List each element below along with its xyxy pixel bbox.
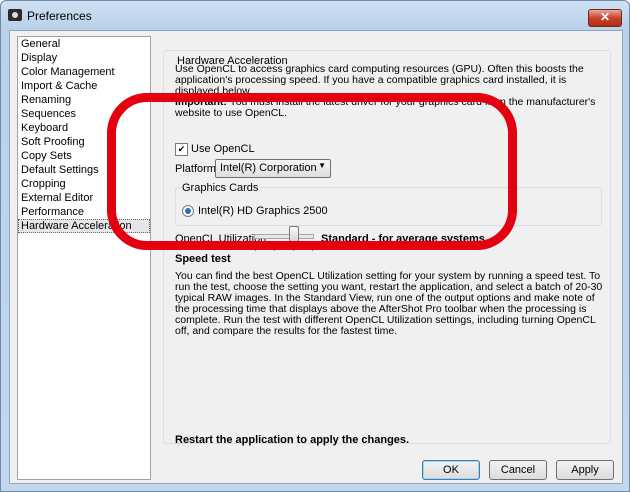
use-opencl-label[interactable]: Use OpenCL xyxy=(191,143,255,155)
dialog-body: General Display Color Management Import & C… xyxy=(9,30,623,484)
graphics-cards-group: Graphics Cards Intel(R) HD Graphics 2500 xyxy=(175,182,602,226)
sidebar-item[interactable]: Renaming xyxy=(18,93,150,107)
sidebar-item[interactable]: Import & Cache xyxy=(18,79,150,93)
ok-button[interactable]: OK xyxy=(422,460,480,480)
camera-app-icon xyxy=(8,9,22,21)
sidebar-item[interactable]: Keyboard xyxy=(18,121,150,135)
sidebar-item[interactable]: External Editor xyxy=(18,191,150,205)
slider-tick xyxy=(293,248,294,251)
sidebar-item[interactable]: Performance xyxy=(18,205,150,219)
sidebar-item[interactable]: Hardware Acceleration xyxy=(18,219,150,233)
hardware-acceleration-group: Hardware Acceleration Use OpenCL to acce… xyxy=(163,50,611,446)
slider-tick xyxy=(274,248,275,251)
platform-label: Platform xyxy=(175,163,216,175)
cancel-button[interactable]: Cancel xyxy=(489,460,547,480)
sidebar-item[interactable]: Sequences xyxy=(18,107,150,121)
preferences-window: Preferences ✕ General Display Color Manage… xyxy=(0,0,630,492)
sidebar-item[interactable]: Soft Proofing xyxy=(18,135,150,149)
speed-test-text: You can find the best OpenCL Utilization… xyxy=(175,270,603,337)
sidebar-item[interactable]: Display xyxy=(18,51,150,65)
intro-text: Use OpenCL to access graphics card compu… xyxy=(175,63,584,97)
use-opencl-checkbox[interactable]: ✔ xyxy=(175,143,188,156)
sidebar-item[interactable]: Copy Sets xyxy=(18,149,150,163)
utilization-value: Standard - for average systems xyxy=(321,233,485,245)
chevron-down-icon: ▼ xyxy=(318,161,326,170)
graphics-card-name[interactable]: Intel(R) HD Graphics 2500 xyxy=(198,205,328,217)
slider-tick xyxy=(312,248,313,251)
important-note: Important: You must install the latest d… xyxy=(175,97,607,119)
graphics-cards-title: Graphics Cards xyxy=(180,182,261,194)
window-title: Preferences xyxy=(27,9,92,23)
settings-panel: Hardware Acceleration Use OpenCL to acce… xyxy=(158,39,614,446)
platform-dropdown[interactable]: Intel(R) Corporation ▼ xyxy=(215,159,331,178)
apply-button[interactable]: Apply xyxy=(556,460,614,480)
close-button[interactable]: ✕ xyxy=(588,9,622,27)
restart-note: Restart the application to apply the cha… xyxy=(175,434,410,446)
platform-value: Intel(R) Corporation xyxy=(220,162,317,174)
preferences-category-list[interactable]: General Display Color Management Import & C… xyxy=(17,36,151,480)
important-text: You must install the latest driver for y… xyxy=(175,96,596,119)
sidebar-item[interactable]: Cropping xyxy=(18,177,150,191)
slider-tick xyxy=(255,248,256,251)
utilization-slider-thumb[interactable] xyxy=(289,226,299,242)
utilization-slider-track[interactable] xyxy=(254,234,314,239)
sidebar-item[interactable]: Color Management xyxy=(18,65,150,79)
speed-test-heading: Speed test xyxy=(175,253,231,265)
graphics-card-radio[interactable] xyxy=(182,205,194,217)
sidebar-item[interactable]: General xyxy=(18,37,150,51)
sidebar-item[interactable]: Default Settings xyxy=(18,163,150,177)
title-bar[interactable]: Preferences ✕ xyxy=(1,1,629,31)
